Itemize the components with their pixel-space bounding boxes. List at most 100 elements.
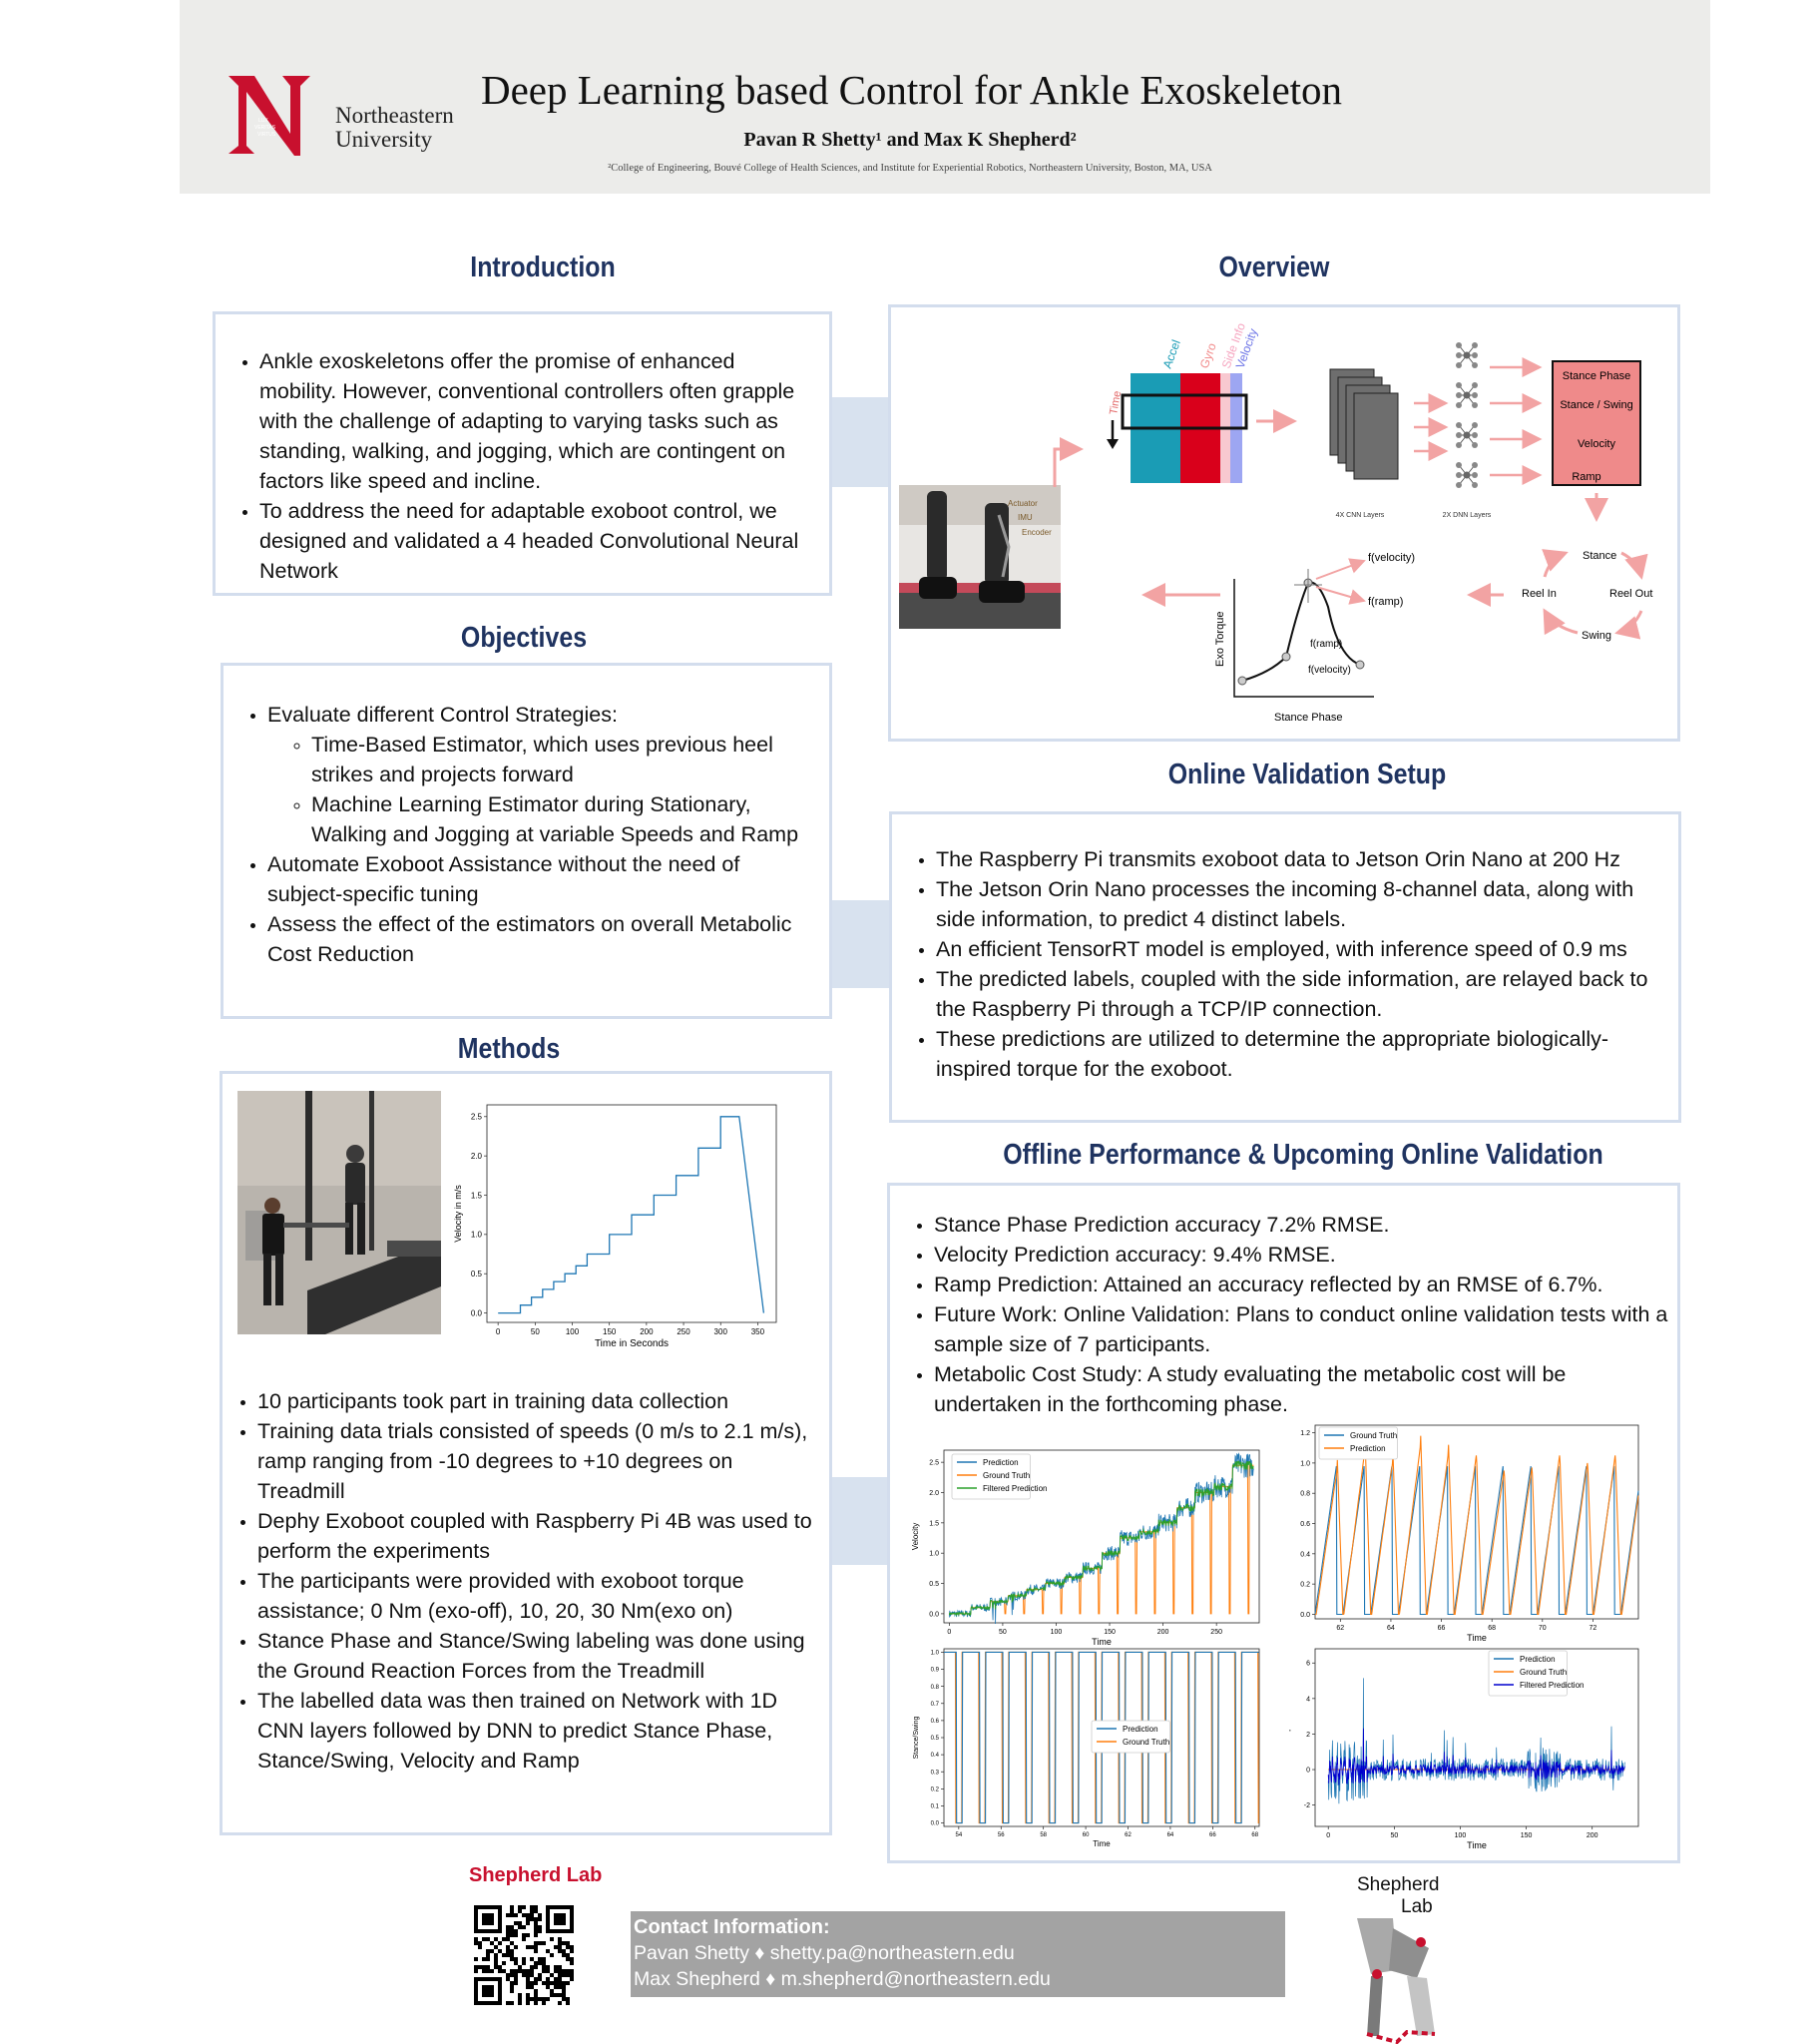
qr-module (570, 1949, 574, 1953)
qr-module (546, 1997, 550, 2001)
qr-module (518, 1925, 522, 1929)
qr-module (538, 1917, 542, 1921)
dnn-node (1456, 382, 1462, 388)
online-validation-title: Online Validation Setup (1167, 759, 1447, 790)
offline-performance-list: Stance Phase Prediction accuracy 7.2% RM… (908, 1210, 1669, 1419)
qr-module (506, 1949, 510, 1953)
y-tick-label: 0.6 (1300, 1521, 1310, 1528)
list-item: 10 participants took part in training da… (257, 1386, 820, 1416)
svg-text:Lab: Lab (1401, 1896, 1433, 1917)
qr-module (566, 1941, 570, 1945)
dnn-node (1456, 352, 1462, 358)
shepherd-lab-logo-icon: Shepherd Lab (1357, 1874, 1439, 2044)
qr-module (514, 1973, 518, 1977)
qr-module (534, 1981, 538, 1985)
y-tick-label: 2.5 (929, 1460, 939, 1467)
list-item: Assess the effect of the estimators on o… (267, 909, 819, 969)
series-prediction (1315, 1435, 1639, 1616)
methods-title: Methods (457, 1033, 561, 1065)
list-item: Metabolic Cost Study: A study evaluating… (934, 1359, 1669, 1419)
dnn-node (1472, 352, 1478, 358)
cnn-layers: 4X CNN Layers (1329, 368, 1399, 519)
qr-module (510, 1909, 514, 1913)
qr-module (566, 1969, 570, 1973)
qr-module (506, 1945, 510, 1949)
x-tick-label: 64 (1167, 1832, 1174, 1838)
svg-text:Stance: Stance (1583, 550, 1616, 562)
qr-module (554, 1945, 558, 1949)
qr-module (522, 1973, 526, 1977)
qr-module (506, 2001, 510, 2005)
qr-module (530, 1985, 534, 1989)
qr-code[interactable] (474, 1905, 574, 2005)
qr-module (486, 1957, 490, 1961)
svg-text:f(ramp): f(ramp) (1368, 596, 1403, 608)
qr-module (554, 1965, 558, 1969)
qr-module (486, 1953, 490, 1957)
dnn-node (1472, 482, 1478, 488)
y-tick-label: 0.4 (931, 1753, 940, 1759)
qr-module (538, 1997, 542, 2001)
qr-module (546, 1969, 550, 1973)
svg-text:IMU: IMU (1018, 513, 1033, 522)
qr-module (478, 1965, 482, 1969)
x-tick-label: 68 (1251, 1832, 1258, 1838)
y-tick-label: 0.0 (929, 1611, 939, 1618)
qr-module (494, 1957, 498, 1961)
x-tick-label: 70 (1539, 1625, 1547, 1632)
qr-module (498, 1969, 502, 1973)
qr-module (554, 1993, 558, 1997)
qr-module (534, 1933, 538, 1937)
y-tick-label: 6 (1306, 1661, 1310, 1668)
qr-module (490, 1969, 494, 1973)
dnn-node (1472, 362, 1478, 368)
list-item: Stance Phase Prediction accuracy 7.2% RM… (934, 1210, 1669, 1240)
dnn-node (1463, 391, 1471, 399)
qr-module (514, 1981, 518, 1985)
qr-module (526, 1969, 530, 1973)
qr-module (510, 1969, 514, 1973)
qr-module (534, 1949, 538, 1953)
qr-module (550, 1989, 554, 1993)
list-item: The Raspberry Pi transmits exoboot data … (936, 844, 1670, 874)
qr-module (566, 1973, 570, 1977)
qr-module (538, 1913, 542, 1917)
list-item: Future Work: Online Validation: Plans to… (934, 1299, 1669, 1359)
qr-module (506, 1977, 510, 1981)
qr-module (558, 1985, 562, 1989)
qr-module (534, 1977, 538, 1981)
y-tick-label: 0.5 (471, 1270, 483, 1278)
y-tick-label: 1.2 (1300, 1430, 1310, 1437)
legend-label: Prediction (1123, 1725, 1158, 1734)
qr-module (562, 1953, 566, 1957)
qr-module (490, 1941, 494, 1945)
contact-max[interactable]: Max Shepherd ♦ m.shepherd@northeastern.e… (634, 1966, 1282, 1992)
qr-module (502, 1969, 506, 1973)
svg-text:Velocity: Velocity (1578, 438, 1615, 450)
qr-module (510, 2001, 514, 2005)
qr-module (550, 1981, 554, 1985)
list-item: Dephy Exoboot coupled with Raspberry Pi … (257, 1506, 820, 1566)
qr-module (526, 1921, 530, 1925)
qr-module (542, 1981, 546, 1985)
contact-pavan[interactable]: Pavan Shetty ♦ shetty.pa@northeastern.ed… (634, 1940, 1282, 1966)
dnn-node (1472, 422, 1478, 428)
qr-module (566, 1997, 570, 2001)
y-tick-label: 0.8 (931, 1685, 940, 1691)
qr-finder-core (554, 1913, 566, 1925)
qr-module (510, 1957, 514, 1961)
y-tick-label: 0.1 (931, 1804, 940, 1810)
qr-module (530, 1965, 534, 1969)
x-tick-label: 0 (947, 1629, 951, 1636)
svg-text:Stance / Swing: Stance / Swing (1560, 399, 1632, 411)
qr-module (526, 2001, 530, 2005)
x-tick-label: 200 (1157, 1629, 1169, 1636)
legend-label: Prediction (983, 1458, 1019, 1467)
dnn-node (1472, 472, 1478, 478)
qr-module (526, 1997, 530, 2001)
qr-module (514, 1921, 518, 1925)
y-tick-label: 0.2 (931, 1787, 940, 1792)
velocity-profile-line (498, 1116, 765, 1314)
qr-module (510, 1913, 514, 1917)
y-tick-label: 0.4 (1300, 1551, 1310, 1558)
